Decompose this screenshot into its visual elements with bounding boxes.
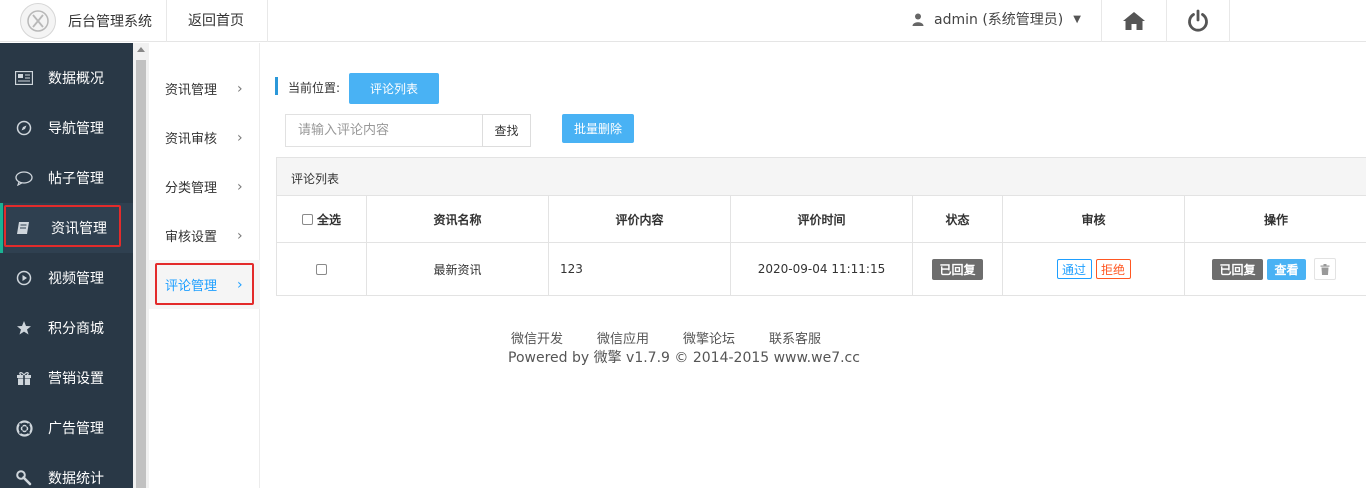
highlight-box xyxy=(4,205,121,247)
submenu-item-news-manage[interactable]: 资讯管理 › xyxy=(149,64,260,113)
sidebar-item-video[interactable]: 视频管理 xyxy=(0,253,133,303)
divider xyxy=(1229,0,1230,42)
sidebar-item-ads[interactable]: 广告管理 xyxy=(0,403,133,453)
table-cell-actions: 已回复 查看 xyxy=(1185,243,1366,295)
sidebar-scrollbar[interactable] xyxy=(133,43,149,488)
home-button[interactable] xyxy=(1102,0,1166,42)
footer-link-contact[interactable]: 联系客服 xyxy=(769,328,821,347)
comment-icon xyxy=(15,169,33,187)
sidebar-item-label: 数据统计 xyxy=(48,471,104,487)
caret-down-icon: ▼ xyxy=(1073,13,1081,25)
brand-title: 后台管理系统 xyxy=(68,14,152,30)
highlight-box xyxy=(155,263,254,305)
submenu-item-label: 分类管理 xyxy=(165,181,218,196)
footer-link-forum[interactable]: 微擎论坛 xyxy=(683,328,735,347)
newspaper-icon xyxy=(15,69,33,87)
submenu-item-news-review[interactable]: 资讯审核 › xyxy=(149,113,260,162)
submenu-item-label: 审核设置 xyxy=(165,230,218,245)
sidebar-item-navigation[interactable]: 导航管理 xyxy=(0,103,133,153)
select-all-checkbox[interactable] xyxy=(301,213,313,225)
logo-icon[interactable] xyxy=(20,3,56,39)
table-cell-review: 通过 拒绝 xyxy=(1003,243,1185,295)
user-menu[interactable]: admin (系统管理员) ▼ xyxy=(912,9,1081,29)
scroll-up-icon[interactable] xyxy=(137,47,145,52)
chevron-right-icon: › xyxy=(237,129,243,146)
column-header-content: 评价内容 xyxy=(549,196,731,242)
logout-button[interactable] xyxy=(1167,0,1229,42)
sidebar-item-label: 积分商城 xyxy=(48,321,104,337)
breadcrumb-marker xyxy=(275,77,278,95)
reject-button[interactable]: 拒绝 xyxy=(1095,259,1131,279)
table-cell-status: 已回复 xyxy=(913,243,1003,295)
sidebar-item-label: 广告管理 xyxy=(48,421,104,437)
chevron-right-icon: › xyxy=(237,227,243,244)
power-icon xyxy=(1188,9,1208,32)
divider xyxy=(267,0,268,42)
replied-button[interactable]: 已回复 xyxy=(1212,258,1263,280)
play-circle-icon xyxy=(15,269,33,287)
lifebuoy-icon xyxy=(15,419,33,437)
select-all-header[interactable]: 全选 xyxy=(277,196,367,242)
table-cell-name: 最新资讯 xyxy=(367,243,549,295)
submenu-item-label: 资讯管理 xyxy=(165,83,218,98)
search-button[interactable]: 查找 xyxy=(482,114,531,147)
sidebar: 数据概况 导航管理 帖子管理 资讯管理 视频管理 积分商城 营销设置 广告管理 … xyxy=(0,43,133,488)
table-row-checkbox-cell xyxy=(277,243,367,295)
submenu-item-label: 资讯审核 xyxy=(165,132,218,147)
home-icon xyxy=(1123,12,1145,30)
column-header-status: 状态 xyxy=(913,196,1003,242)
table-cell-content: 123 xyxy=(549,243,731,295)
user-name: admin (系统管理员) xyxy=(934,12,1064,28)
sidebar-item-label: 营销设置 xyxy=(48,371,104,387)
comment-list-panel: 评论列表 全选 资讯名称 评价内容 评价时间 状态 审核 操作 最新资讯 123… xyxy=(276,157,1366,296)
column-header-name: 资讯名称 xyxy=(367,196,549,242)
powered-by-text: Powered by 微擎 v1.7.9 © 2014-2015 www.we7… xyxy=(508,350,860,366)
approve-button[interactable]: 通过 xyxy=(1056,259,1092,279)
gift-icon xyxy=(15,369,33,387)
status-badge: 已回复 xyxy=(932,258,983,280)
compass-icon xyxy=(15,119,33,137)
footer-links: 微信开发 微信应用 微擎论坛 联系客服 xyxy=(511,328,821,347)
breadcrumb-current-button[interactable]: 评论列表 xyxy=(349,73,439,104)
sidebar-item-overview[interactable]: 数据概况 xyxy=(0,53,133,103)
chevron-right-icon: › xyxy=(237,178,243,195)
column-header-actions: 操作 xyxy=(1263,212,1288,227)
scrollbar-thumb[interactable] xyxy=(136,60,146,488)
batch-delete-button[interactable]: 批量删除 xyxy=(562,114,634,143)
sidebar-item-label: 导航管理 xyxy=(48,121,104,137)
column-header-review: 审核 xyxy=(1003,196,1185,242)
sidebar-item-marketing[interactable]: 营销设置 xyxy=(0,353,133,403)
footer-link-wechat-apps[interactable]: 微信应用 xyxy=(597,328,649,347)
star-icon xyxy=(15,319,33,337)
top-bar: 后台管理系统 返回首页 admin (系统管理员) ▼ xyxy=(0,0,1366,42)
breadcrumb-label: 当前位置: xyxy=(288,81,341,95)
sidebar-item-label: 数据概况 xyxy=(48,71,104,87)
logo-mark-icon xyxy=(27,10,49,32)
sidebar-item-label: 视频管理 xyxy=(48,271,104,287)
wrench-icon xyxy=(15,469,33,487)
delete-button[interactable] xyxy=(1314,258,1336,280)
sidebar-item-points-mall[interactable]: 积分商城 xyxy=(0,303,133,353)
row-checkbox[interactable] xyxy=(316,263,327,275)
user-icon xyxy=(912,13,924,26)
panel-title: 评论列表 xyxy=(277,158,1366,196)
footer-link-wechat-dev[interactable]: 微信开发 xyxy=(511,328,563,347)
return-home-link[interactable]: 返回首页 xyxy=(188,10,244,30)
submenu-item-category[interactable]: 分类管理 › xyxy=(149,162,260,211)
column-header-time: 评价时间 xyxy=(731,196,913,242)
sidebar-item-statistics[interactable]: 数据统计 xyxy=(0,453,133,488)
chevron-right-icon: › xyxy=(237,80,243,97)
sidebar-item-posts[interactable]: 帖子管理 xyxy=(0,153,133,203)
sidebar-item-label: 帖子管理 xyxy=(48,171,104,187)
table-cell-time: 2020-09-04 11:11:15 xyxy=(731,243,913,295)
view-button[interactable]: 查看 xyxy=(1267,258,1306,280)
divider xyxy=(166,0,167,42)
select-all-label: 全选 xyxy=(316,212,341,227)
comment-search-input[interactable] xyxy=(285,114,482,147)
submenu-item-review-settings[interactable]: 审核设置 › xyxy=(149,211,260,260)
trash-icon xyxy=(1320,263,1330,275)
